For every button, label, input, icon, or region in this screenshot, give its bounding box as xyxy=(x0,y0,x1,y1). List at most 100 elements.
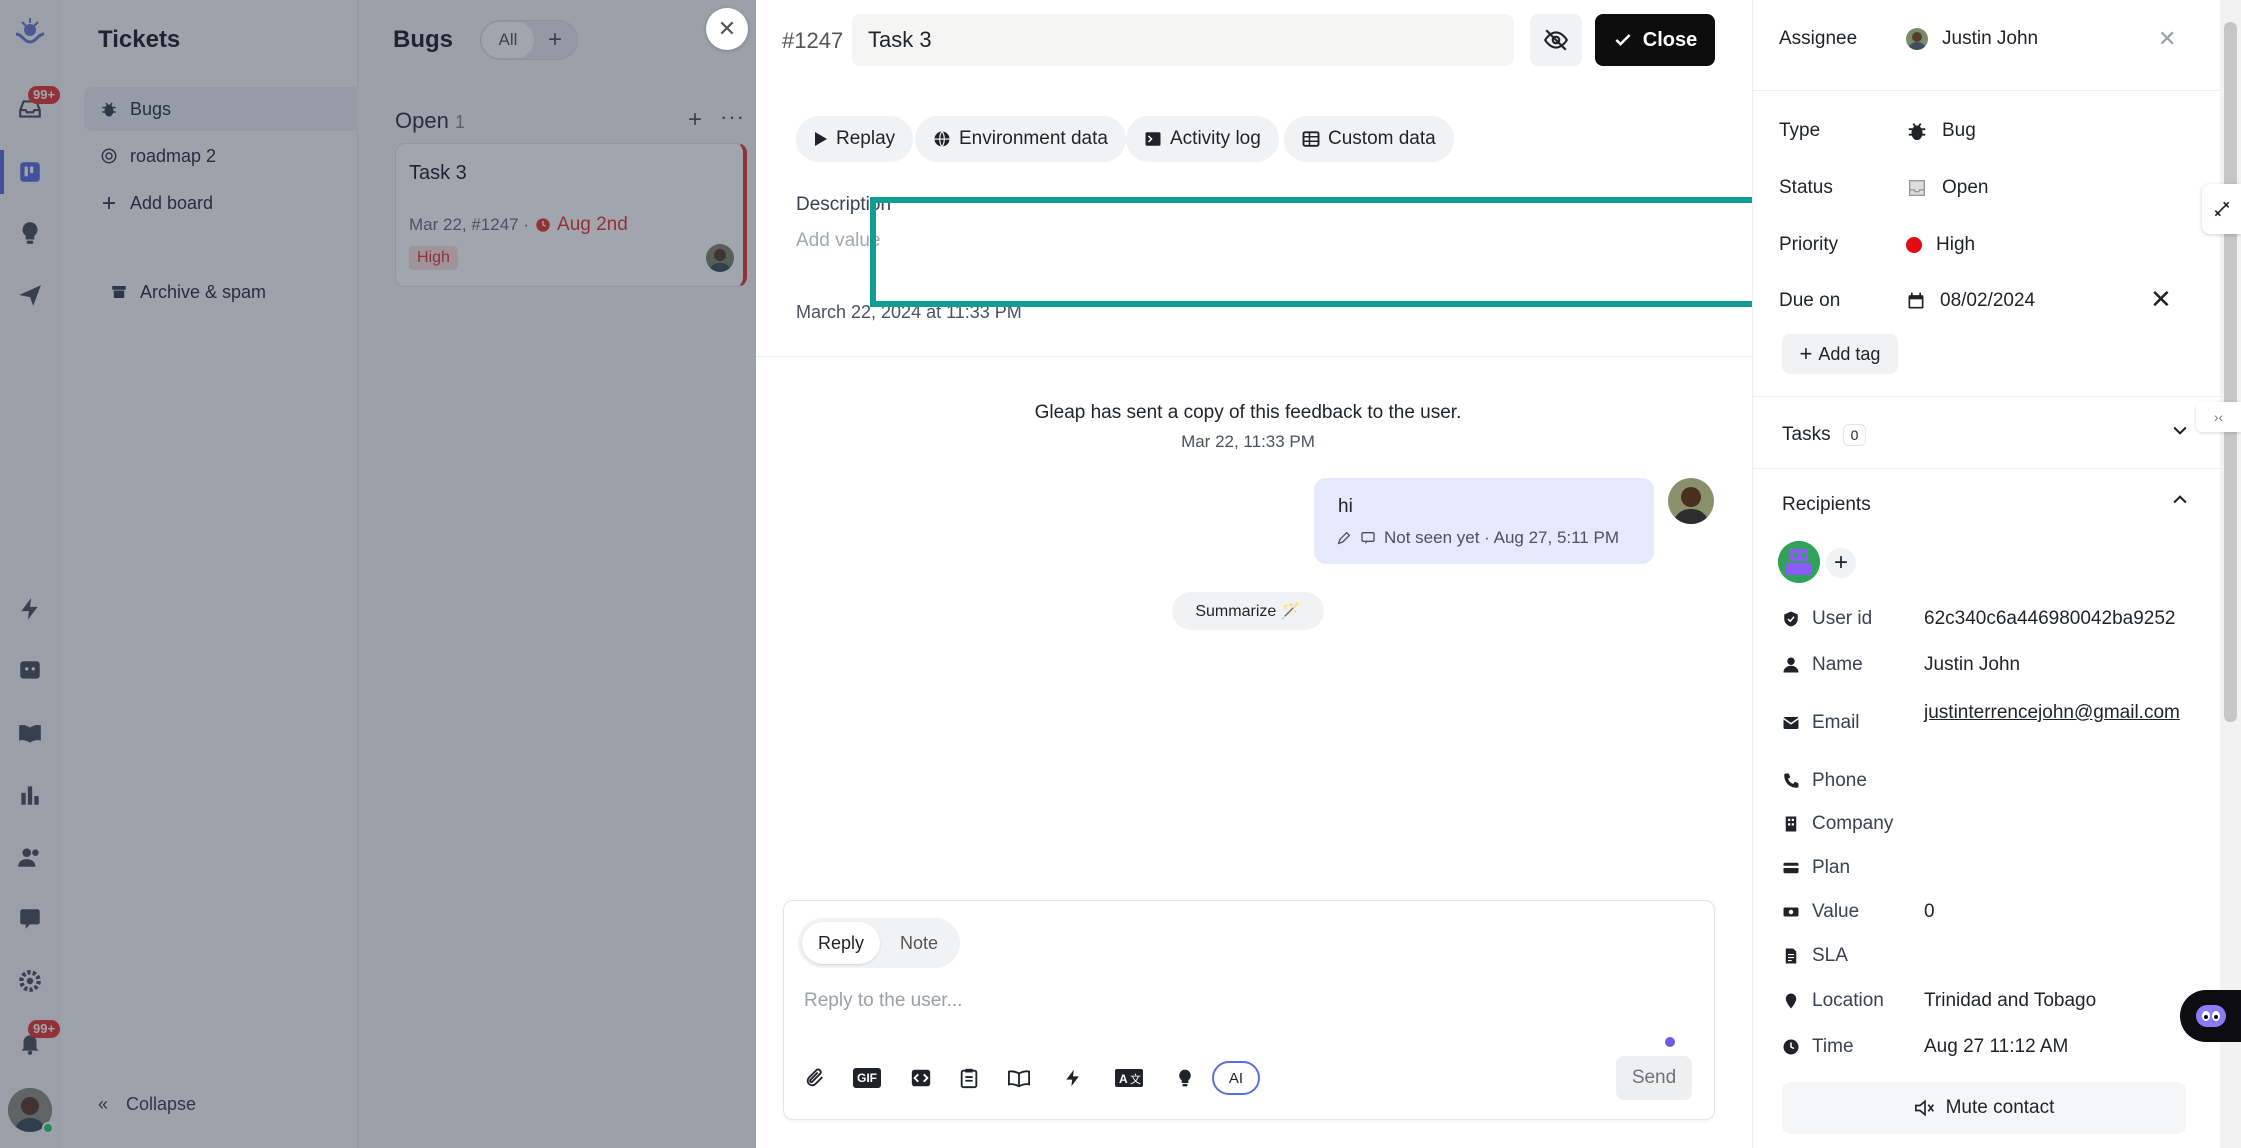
type-select[interactable]: Bug xyxy=(1906,120,1976,142)
card-icon xyxy=(1782,859,1800,877)
comment-icon[interactable] xyxy=(1360,530,1376,546)
reply-tab[interactable]: Reply xyxy=(802,922,880,964)
assignee-avatar xyxy=(1906,28,1928,50)
plus-icon: + xyxy=(1799,341,1813,366)
name-value: Justin John xyxy=(1924,654,2021,675)
recipient-avatar[interactable] xyxy=(1778,541,1820,583)
close-ticket-button[interactable]: Close xyxy=(1595,14,1715,66)
agent-avatar xyxy=(1668,478,1714,524)
open-book-icon[interactable] xyxy=(1002,1062,1036,1094)
person-icon xyxy=(1782,656,1800,674)
gif-icon[interactable]: GIF xyxy=(850,1062,884,1094)
assignee-label: Assignee xyxy=(1779,28,1858,49)
user-id-value: 62c340c6a446980042ba9252 xyxy=(1924,608,2176,629)
clock-icon xyxy=(1782,1038,1800,1056)
ticket-title-input[interactable]: Task 3 xyxy=(852,14,1514,66)
lightbulb-icon[interactable] xyxy=(1168,1062,1202,1094)
shield-icon xyxy=(1782,610,1800,628)
time-value: Aug 27 11:12 AM xyxy=(1924,1036,2069,1057)
summarize-button[interactable]: Summarize 🪄 xyxy=(1172,592,1324,630)
value-label: Value xyxy=(1782,901,1859,923)
tasks-count: 0 xyxy=(1842,424,1867,446)
sla-label: SLA xyxy=(1782,945,1848,967)
mute-icon xyxy=(1914,1098,1936,1118)
phone-icon xyxy=(1782,772,1800,790)
close-details-icon[interactable]: ✕ xyxy=(2158,26,2176,52)
status-select[interactable]: Open xyxy=(1906,177,1988,199)
eye-slash-icon xyxy=(1543,27,1569,53)
company-label: Company xyxy=(1782,813,1893,835)
message-text: hi xyxy=(1338,496,1353,517)
priority-dot-icon xyxy=(1906,237,1922,253)
clear-due-icon[interactable]: ✕ xyxy=(2150,284,2172,315)
time-label: Time xyxy=(1782,1036,1854,1058)
code-icon[interactable] xyxy=(904,1062,938,1094)
svg-text:A: A xyxy=(1119,1072,1128,1086)
type-label: Type xyxy=(1779,120,1821,141)
recipients-header[interactable]: Recipients xyxy=(1782,494,1871,516)
translate-icon[interactable]: A文 xyxy=(1112,1062,1146,1094)
ticket-number: #1247 xyxy=(782,28,844,53)
code-toggle-icon[interactable]: ›‹ xyxy=(2196,402,2241,432)
close-modal-button[interactable]: ✕ xyxy=(706,8,748,50)
visibility-toggle-button[interactable] xyxy=(1530,14,1582,66)
add-recipient-button[interactable]: + xyxy=(1826,548,1856,578)
tab-replay[interactable]: Replay xyxy=(796,116,914,162)
bolt-icon[interactable] xyxy=(1056,1062,1090,1094)
chat-widget-button[interactable] xyxy=(2180,990,2241,1042)
highlight-box xyxy=(870,197,1904,307)
table-icon xyxy=(1302,130,1320,148)
send-button[interactable]: Send xyxy=(1616,1056,1692,1100)
reply-input[interactable]: Reply to the user... xyxy=(804,990,962,1012)
clipboard-icon[interactable] xyxy=(952,1062,986,1094)
email-link[interactable]: justinterrencejohn@gmail.com xyxy=(1924,700,2184,725)
play-icon xyxy=(814,131,828,147)
bot-icon xyxy=(2194,1001,2228,1031)
tab-environment-data[interactable]: Environment data xyxy=(915,116,1126,162)
pin-icon xyxy=(1782,992,1800,1010)
message-bubble: hi Not seen yet · Aug 27, 5:11 PM xyxy=(1314,478,1654,564)
due-date-input[interactable]: 08/02/2024 xyxy=(1906,290,2035,312)
value-value: 0 xyxy=(1924,901,1935,922)
add-tag-button[interactable]: + Add tag xyxy=(1782,334,1898,374)
attach-icon[interactable] xyxy=(798,1062,832,1094)
close-icon: ✕ xyxy=(717,16,737,41)
bug-icon xyxy=(1906,120,1928,142)
location-label: Location xyxy=(1782,990,1884,1012)
email-label: Email xyxy=(1782,712,1860,734)
modal-backdrop[interactable] xyxy=(0,0,756,1148)
plan-label: Plan xyxy=(1782,857,1850,879)
status-label: Status xyxy=(1779,177,1833,198)
pencil-icon[interactable] xyxy=(1336,530,1352,546)
priority-label: Priority xyxy=(1779,234,1839,255)
due-label: Due on xyxy=(1779,290,1841,311)
mail-icon xyxy=(1782,714,1800,732)
divider xyxy=(1752,90,2220,91)
system-message: Gleap has sent a copy of this feedback t… xyxy=(1034,402,1462,423)
tab-custom-data[interactable]: Custom data xyxy=(1284,116,1454,162)
location-value: Trinidad and Tobago xyxy=(1924,990,2097,1011)
money-icon xyxy=(1782,903,1800,921)
inbox-status-icon xyxy=(1906,177,1928,199)
ai-button[interactable]: AI xyxy=(1212,1061,1260,1095)
phone-label: Phone xyxy=(1782,770,1867,792)
mute-contact-button[interactable]: Mute contact xyxy=(1782,1082,2186,1134)
svg-text:文: 文 xyxy=(1130,1072,1141,1086)
typing-indicator xyxy=(1665,1037,1675,1047)
scrollbar-track[interactable] xyxy=(2220,0,2241,1148)
scrollbar-thumb[interactable] xyxy=(2224,22,2237,722)
divider xyxy=(1752,396,2220,397)
priority-select[interactable]: High xyxy=(1906,234,1975,256)
resize-icon xyxy=(2212,199,2232,219)
chevron-down-icon[interactable] xyxy=(2170,420,2190,440)
tasks-header[interactable]: Tasks 0 xyxy=(1782,424,1867,446)
side-widget-collapse[interactable] xyxy=(2202,184,2241,234)
name-label: Name xyxy=(1782,654,1863,676)
assignee-select[interactable]: Justin John xyxy=(1906,28,2038,50)
chevron-up-icon[interactable] xyxy=(2170,490,2190,510)
check-icon xyxy=(1613,30,1633,50)
divider xyxy=(1752,468,2220,469)
tab-activity-log[interactable]: Activity log xyxy=(1126,116,1279,162)
note-tab[interactable]: Note xyxy=(888,922,950,964)
calendar-icon xyxy=(1906,291,1926,311)
